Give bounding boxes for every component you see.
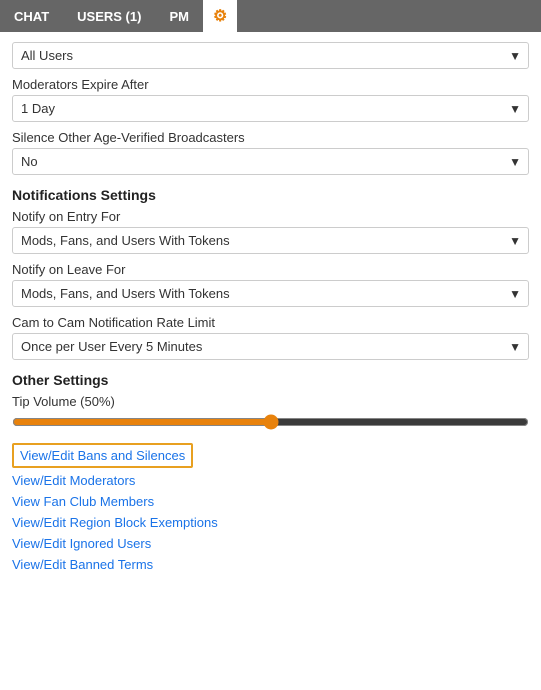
moderators-expire-field: Moderators Expire After 1 Day 7 Days 30 … [12, 77, 529, 122]
cam-rate-select[interactable]: Once per User Every 5 Minutes Once per U… [12, 333, 529, 360]
moderators-expire-label: Moderators Expire After [12, 77, 529, 92]
allow-users-select-wrapper: All Users Followers Only Fans Only ▼ [12, 42, 529, 69]
link-banned-terms[interactable]: View/Edit Banned Terms [12, 554, 529, 575]
notify-leave-select-wrapper: Mods, Fans, and Users With Tokens Everyo… [12, 280, 529, 307]
tab-gear[interactable]: ⚙ [203, 0, 237, 32]
link-bans[interactable]: View/Edit Bans and Silences [12, 443, 193, 468]
tab-users[interactable]: USERS (1) [63, 0, 155, 32]
moderators-expire-select-wrapper: 1 Day 7 Days 30 Days Never ▼ [12, 95, 529, 122]
tip-volume-container: Tip Volume (50%) [12, 394, 529, 433]
notify-leave-select[interactable]: Mods, Fans, and Users With Tokens Everyo… [12, 280, 529, 307]
link-fan-club[interactable]: View Fan Club Members [12, 491, 529, 512]
link-moderators[interactable]: View/Edit Moderators [12, 470, 529, 491]
notify-entry-select-wrapper: Mods, Fans, and Users With Tokens Everyo… [12, 227, 529, 254]
gear-icon: ⚙ [213, 6, 227, 26]
cam-rate-select-wrapper: Once per User Every 5 Minutes Once per U… [12, 333, 529, 360]
tab-bar: CHAT USERS (1) PM ⚙ [0, 0, 541, 32]
moderators-expire-select[interactable]: 1 Day 7 Days 30 Days Never [12, 95, 529, 122]
notify-entry-label: Notify on Entry For [12, 209, 529, 224]
allow-users-select[interactable]: All Users Followers Only Fans Only [12, 42, 529, 69]
silence-broadcasters-select-wrapper: No Yes ▼ [12, 148, 529, 175]
tip-volume-label: Tip Volume (50%) [12, 394, 529, 409]
notifications-section-title: Notifications Settings [12, 187, 529, 203]
notify-leave-label: Notify on Leave For [12, 262, 529, 277]
notify-entry-field: Notify on Entry For Mods, Fans, and User… [12, 209, 529, 254]
tab-pm[interactable]: PM [155, 0, 203, 32]
cam-rate-field: Cam to Cam Notification Rate Limit Once … [12, 315, 529, 360]
allow-users-field: All Users Followers Only Fans Only ▼ [12, 42, 529, 69]
link-list: View/Edit Bans and Silences View/Edit Mo… [12, 443, 529, 575]
link-region-block[interactable]: View/Edit Region Block Exemptions [12, 512, 529, 533]
silence-broadcasters-label: Silence Other Age-Verified Broadcasters [12, 130, 529, 145]
tab-chat[interactable]: CHAT [0, 0, 63, 32]
silence-broadcasters-field: Silence Other Age-Verified Broadcasters … [12, 130, 529, 175]
link-ignored[interactable]: View/Edit Ignored Users [12, 533, 529, 554]
settings-content: All Users Followers Only Fans Only ▼ Mod… [0, 32, 541, 585]
silence-broadcasters-select[interactable]: No Yes [12, 148, 529, 175]
tip-volume-slider[interactable] [12, 414, 529, 430]
notify-leave-field: Notify on Leave For Mods, Fans, and User… [12, 262, 529, 307]
other-section-title: Other Settings [12, 372, 529, 388]
cam-rate-label: Cam to Cam Notification Rate Limit [12, 315, 529, 330]
notify-entry-select[interactable]: Mods, Fans, and Users With Tokens Everyo… [12, 227, 529, 254]
